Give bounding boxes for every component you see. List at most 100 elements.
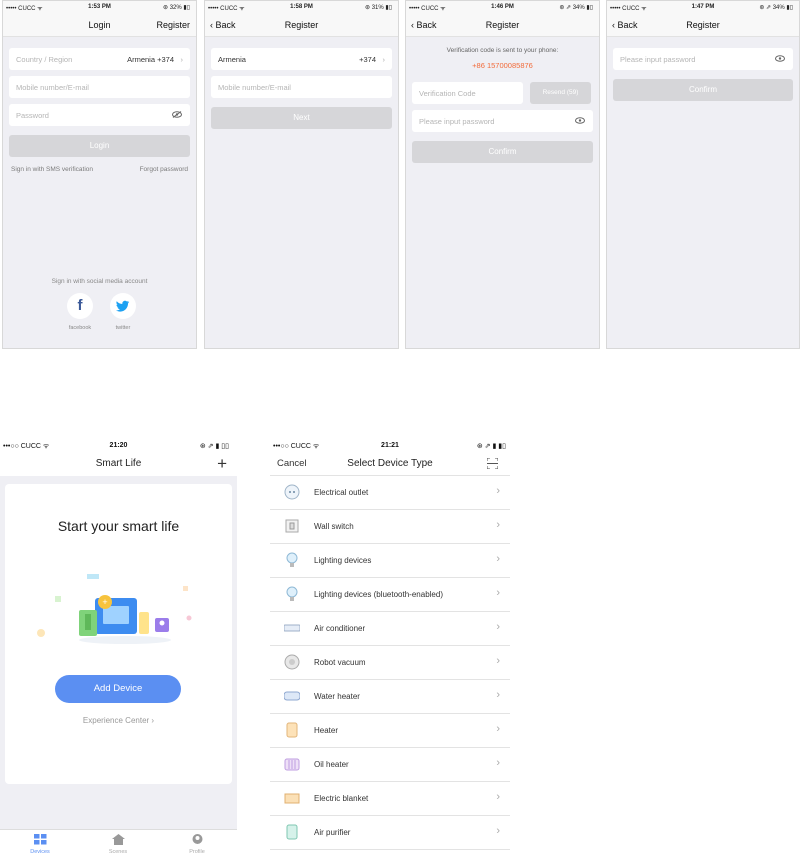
home-icon (111, 834, 125, 845)
select-device-screen: •••○○ CUCC ᯤ 21:21 ⊛ ⇗ ▮ ▮▯ Cancel Selec… (270, 438, 510, 861)
tab-bar: Devices Scenes Profile (0, 829, 237, 861)
eye-icon[interactable] (575, 117, 585, 124)
verification-code-input[interactable]: Verification Code (412, 82, 523, 104)
mobile-email-input[interactable]: Mobile number/E-mail (9, 76, 190, 98)
login-screen: ••••• CUCC ᯤ 1:53 PM ⊛ 32% ▮▯ Login Regi… (2, 0, 197, 349)
chevron-right-icon: › (496, 587, 500, 599)
battery-indicator: ⊛ ⇗ ▮ ▯▯ (199, 443, 229, 450)
battery-indicator: ⊛ 31% ▮▯ (365, 5, 392, 11)
device-type-row[interactable]: Air purifier › (270, 816, 510, 850)
chevron-right-icon: › (496, 723, 500, 735)
device-type-row[interactable]: Electrical outlet › (270, 476, 510, 510)
heater-icon (286, 722, 298, 738)
device-type-row[interactable]: Water heater › (270, 680, 510, 714)
phone-number: +86 15700085876 (472, 61, 533, 70)
password-input[interactable]: Password (9, 104, 190, 126)
forgot-password-link[interactable]: Forgot password (140, 166, 188, 173)
page-title: Register (284, 20, 319, 30)
tab-devices[interactable]: Devices (20, 834, 60, 855)
chevron-right-icon: › (496, 621, 500, 633)
password-placeholder: Password (16, 111, 49, 120)
device-type-row[interactable]: Electric blanket › (270, 782, 510, 816)
add-icon[interactable]: + (217, 454, 227, 474)
chevron-right-icon: › (382, 55, 386, 64)
device-type-label: Water heater (314, 692, 360, 701)
device-type-row[interactable]: Wall switch › (270, 510, 510, 544)
twitter-icon[interactable] (110, 293, 136, 319)
status-bar: •••○○ CUCC ᯤ 21:21 ⊛ ⇗ ▮ ▮▯ (270, 438, 510, 454)
confirm-button[interactable]: Confirm (412, 141, 593, 163)
tab-scenes[interactable]: Scenes (98, 834, 138, 855)
svg-text:+: + (102, 597, 107, 607)
chevron-right-icon: › (496, 689, 500, 701)
nav-bar: Login Register (3, 15, 196, 37)
country-field[interactable]: Armenia +374 › (211, 48, 392, 70)
sms-signin-link[interactable]: Sign in with SMS verification (11, 166, 93, 173)
experience-center-link[interactable]: Experience Center › (5, 716, 232, 725)
page-title: Register (485, 20, 520, 30)
tab-label: Scenes (108, 849, 128, 855)
eye-icon[interactable] (775, 55, 785, 62)
chevron-right-icon: › (496, 485, 500, 497)
register-link[interactable]: Register (156, 20, 190, 30)
password-input[interactable]: Please input password (412, 110, 593, 132)
battery-indicator: ⊛ ⇗ 34% ▮▯ (759, 5, 793, 11)
resend-button[interactable]: Resend (59) (530, 82, 591, 104)
country-region-field[interactable]: Country / Region Armenia +374 › (9, 48, 190, 70)
device-type-row[interactable]: Lighting devices › (270, 544, 510, 578)
devices-icon (33, 834, 46, 845)
device-type-row[interactable]: Air conditioner › (270, 612, 510, 646)
device-type-row[interactable]: Heater › (270, 714, 510, 748)
facebook-icon[interactable]: f (67, 293, 93, 319)
smart-home-illustration: + (37, 574, 192, 644)
device-type-label: Air conditioner (314, 624, 366, 633)
password-placeholder: Please input password (620, 55, 696, 64)
chevron-right-icon: › (496, 825, 500, 837)
welcome-headline: Start your smart life (57, 518, 180, 534)
welcome-card: Start your smart life + Add Device Exper… (5, 484, 232, 784)
mobile-email-input[interactable]: Mobile number/E-mail (211, 76, 392, 98)
register-screen-1: ••••• CUCC ᯤ 1:58 PM ⊛ 31% ▮▯ ‹ Back Reg… (204, 0, 399, 349)
status-bar: ••••• CUCC ᯤ 1:47 PM ⊛ ⇗ 34% ▮▯ (607, 1, 799, 15)
password-input[interactable]: Please input password (613, 48, 793, 70)
chevron-right-icon: › (496, 791, 500, 803)
verification-notice: Verification code is sent to your phone: (446, 47, 559, 54)
bluetooth-bulb-icon (286, 586, 298, 601)
wall-switch-icon (285, 519, 299, 533)
device-type-row[interactable]: Oil heater › (270, 748, 510, 782)
smart-life-screen: •••○○ CUCC ᯤ 21:20 ⊛ ⇗ ▮ ▯▯ Smart Life +… (0, 438, 237, 861)
air-conditioner-icon (284, 624, 300, 632)
device-type-label: Electric blanket (314, 794, 369, 803)
twitter-label: twitter (115, 325, 131, 331)
country-value: Armenia +374 (127, 55, 174, 64)
confirm-button[interactable]: Confirm (613, 79, 793, 101)
add-device-button[interactable]: Add Device (55, 675, 181, 703)
mobile-placeholder: Mobile number/E-mail (16, 83, 89, 92)
nav-bar: ‹ Back Register (406, 15, 599, 37)
device-type-label: Oil heater (314, 760, 349, 769)
nav-bar: ‹ Back Register (205, 15, 398, 37)
tab-profile[interactable]: Profile (177, 834, 217, 855)
device-type-row[interactable]: Lighting devices (bluetooth-enabled) › (270, 578, 510, 612)
register-screen-3: ••••• CUCC ᯤ 1:47 PM ⊛ ⇗ 34% ▮▯ ‹ Back R… (606, 0, 800, 349)
mobile-placeholder: Mobile number/E-mail (218, 83, 291, 92)
device-type-row[interactable]: Robot vacuum › (270, 646, 510, 680)
device-type-label: Air purifier (314, 828, 351, 837)
battery-indicator: ⊛ 32% ▮▯ (163, 5, 190, 11)
chevron-right-icon: › (180, 55, 184, 64)
eye-slash-icon[interactable] (172, 111, 182, 118)
water-heater-icon (284, 691, 300, 701)
air-purifier-icon (286, 824, 298, 840)
clock: 21:21 (381, 442, 399, 449)
nav-bar: Smart Life + (0, 454, 237, 476)
next-button[interactable]: Next (211, 107, 392, 129)
status-bar: ••••• CUCC ᯤ 1:53 PM ⊛ 32% ▮▯ (3, 1, 196, 15)
device-type-label: Lighting devices (314, 556, 372, 565)
nav-bar: ‹ Back Register (607, 15, 799, 37)
code-placeholder: Verification Code (419, 89, 476, 98)
login-button[interactable]: Login (9, 135, 190, 157)
scan-icon[interactable] (487, 458, 498, 469)
device-type-label: Wall switch (314, 522, 354, 531)
page-title: Register (686, 20, 720, 30)
register-screen-2: ••••• CUCC ᯤ 1:46 PM ⊛ ⇗ 34% ▮▯ ‹ Back R… (405, 0, 600, 349)
